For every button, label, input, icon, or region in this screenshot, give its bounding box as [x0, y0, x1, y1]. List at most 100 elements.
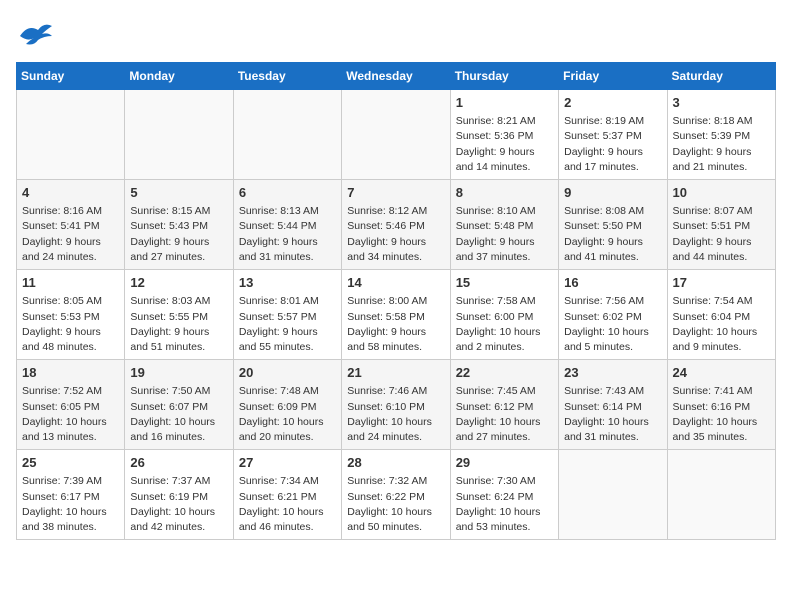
day-number: 16: [564, 274, 661, 292]
logo-icon: [16, 16, 54, 54]
day-of-week-header: Wednesday: [342, 63, 450, 90]
calendar-week-row: 1 Sunrise: 8:21 AM Sunset: 5:36 PM Daylig…: [17, 90, 776, 180]
calendar-cell: 15 Sunrise: 7:58 AM Sunset: 6:00 PM Dayli…: [450, 270, 558, 360]
day-number: 26: [130, 454, 227, 472]
day-number: 1: [456, 94, 553, 112]
day-of-week-header: Monday: [125, 63, 233, 90]
day-number: 17: [673, 274, 770, 292]
day-info: Sunrise: 8:21 AM Sunset: 5:36 PM Dayligh…: [456, 114, 553, 175]
day-number: 22: [456, 364, 553, 382]
calendar-cell: 29 Sunrise: 7:30 AM Sunset: 6:24 PM Dayli…: [450, 450, 558, 540]
calendar-cell: 12 Sunrise: 8:03 AM Sunset: 5:55 PM Dayli…: [125, 270, 233, 360]
calendar-cell: 28 Sunrise: 7:32 AM Sunset: 6:22 PM Dayli…: [342, 450, 450, 540]
day-number: 25: [22, 454, 119, 472]
day-of-week-header: Saturday: [667, 63, 775, 90]
calendar-cell: 14 Sunrise: 8:00 AM Sunset: 5:58 PM Dayli…: [342, 270, 450, 360]
day-number: 11: [22, 274, 119, 292]
calendar-cell: 21 Sunrise: 7:46 AM Sunset: 6:10 PM Dayli…: [342, 360, 450, 450]
day-number: 9: [564, 184, 661, 202]
day-number: 19: [130, 364, 227, 382]
day-number: 29: [456, 454, 553, 472]
calendar-cell: 8 Sunrise: 8:10 AM Sunset: 5:48 PM Daylig…: [450, 180, 558, 270]
calendar-cell: 22 Sunrise: 7:45 AM Sunset: 6:12 PM Dayli…: [450, 360, 558, 450]
calendar-cell: 2 Sunrise: 8:19 AM Sunset: 5:37 PM Daylig…: [559, 90, 667, 180]
day-info: Sunrise: 8:10 AM Sunset: 5:48 PM Dayligh…: [456, 204, 553, 265]
day-info: Sunrise: 7:48 AM Sunset: 6:09 PM Dayligh…: [239, 384, 336, 445]
day-info: Sunrise: 7:54 AM Sunset: 6:04 PM Dayligh…: [673, 294, 770, 355]
calendar-cell: 23 Sunrise: 7:43 AM Sunset: 6:14 PM Dayli…: [559, 360, 667, 450]
calendar-cell: 19 Sunrise: 7:50 AM Sunset: 6:07 PM Dayli…: [125, 360, 233, 450]
day-number: 23: [564, 364, 661, 382]
calendar-header: SundayMondayTuesdayWednesdayThursdayFrid…: [17, 63, 776, 90]
day-number: 21: [347, 364, 444, 382]
day-of-week-header: Thursday: [450, 63, 558, 90]
calendar-cell: 7 Sunrise: 8:12 AM Sunset: 5:46 PM Daylig…: [342, 180, 450, 270]
day-number: 28: [347, 454, 444, 472]
calendar-cell: 27 Sunrise: 7:34 AM Sunset: 6:21 PM Dayli…: [233, 450, 341, 540]
day-info: Sunrise: 7:30 AM Sunset: 6:24 PM Dayligh…: [456, 474, 553, 535]
day-info: Sunrise: 8:15 AM Sunset: 5:43 PM Dayligh…: [130, 204, 227, 265]
calendar-week-row: 18 Sunrise: 7:52 AM Sunset: 6:05 PM Dayli…: [17, 360, 776, 450]
day-number: 3: [673, 94, 770, 112]
day-number: 5: [130, 184, 227, 202]
day-of-week-header: Tuesday: [233, 63, 341, 90]
calendar-cell: 5 Sunrise: 8:15 AM Sunset: 5:43 PM Daylig…: [125, 180, 233, 270]
logo: [16, 16, 58, 54]
calendar-cell: 10 Sunrise: 8:07 AM Sunset: 5:51 PM Dayli…: [667, 180, 775, 270]
day-info: Sunrise: 7:52 AM Sunset: 6:05 PM Dayligh…: [22, 384, 119, 445]
day-info: Sunrise: 8:00 AM Sunset: 5:58 PM Dayligh…: [347, 294, 444, 355]
day-info: Sunrise: 7:58 AM Sunset: 6:00 PM Dayligh…: [456, 294, 553, 355]
day-number: 8: [456, 184, 553, 202]
day-number: 12: [130, 274, 227, 292]
calendar-cell: 3Sunrise: 8:18 AM Sunset: 5:39 PM Daylig…: [667, 90, 775, 180]
calendar-cell: 24Sunrise: 7:41 AM Sunset: 6:16 PM Dayli…: [667, 360, 775, 450]
calendar-cell: 11 Sunrise: 8:05 AM Sunset: 5:53 PM Dayli…: [17, 270, 125, 360]
calendar-week-row: 25Sunrise: 7:39 AM Sunset: 6:17 PM Dayli…: [17, 450, 776, 540]
day-number: 7: [347, 184, 444, 202]
day-info: Sunrise: 8:12 AM Sunset: 5:46 PM Dayligh…: [347, 204, 444, 265]
calendar-cell: 4 Sunrise: 8:16 AM Sunset: 5:41 PM Daylig…: [17, 180, 125, 270]
day-info: Sunrise: 8:08 AM Sunset: 5:50 PM Dayligh…: [564, 204, 661, 265]
day-of-week-header: Friday: [559, 63, 667, 90]
calendar-week-row: 11 Sunrise: 8:05 AM Sunset: 5:53 PM Dayli…: [17, 270, 776, 360]
day-number: 13: [239, 274, 336, 292]
day-info: Sunrise: 8:13 AM Sunset: 5:44 PM Dayligh…: [239, 204, 336, 265]
day-info: Sunrise: 8:07 AM Sunset: 5:51 PM Dayligh…: [673, 204, 770, 265]
calendar-week-row: 4 Sunrise: 8:16 AM Sunset: 5:41 PM Daylig…: [17, 180, 776, 270]
day-info: Sunrise: 7:45 AM Sunset: 6:12 PM Dayligh…: [456, 384, 553, 445]
day-info: Sunrise: 7:41 AM Sunset: 6:16 PM Dayligh…: [673, 384, 770, 445]
day-number: 14: [347, 274, 444, 292]
day-info: Sunrise: 7:46 AM Sunset: 6:10 PM Dayligh…: [347, 384, 444, 445]
day-number: 4: [22, 184, 119, 202]
calendar-cell: [17, 90, 125, 180]
page-header: [16, 16, 776, 54]
calendar-cell: 17 Sunrise: 7:54 AM Sunset: 6:04 PM Dayli…: [667, 270, 775, 360]
day-info: Sunrise: 7:34 AM Sunset: 6:21 PM Dayligh…: [239, 474, 336, 535]
calendar-body: 1 Sunrise: 8:21 AM Sunset: 5:36 PM Daylig…: [17, 90, 776, 540]
calendar-cell: 18 Sunrise: 7:52 AM Sunset: 6:05 PM Dayli…: [17, 360, 125, 450]
day-info: Sunrise: 8:16 AM Sunset: 5:41 PM Dayligh…: [22, 204, 119, 265]
day-number: 27: [239, 454, 336, 472]
day-number: 6: [239, 184, 336, 202]
day-info: Sunrise: 8:01 AM Sunset: 5:57 PM Dayligh…: [239, 294, 336, 355]
day-of-week-header: Sunday: [17, 63, 125, 90]
day-info: Sunrise: 7:32 AM Sunset: 6:22 PM Dayligh…: [347, 474, 444, 535]
day-number: 18: [22, 364, 119, 382]
header-row: SundayMondayTuesdayWednesdayThursdayFrid…: [17, 63, 776, 90]
calendar-cell: 6 Sunrise: 8:13 AM Sunset: 5:44 PM Daylig…: [233, 180, 341, 270]
day-info: Sunrise: 7:37 AM Sunset: 6:19 PM Dayligh…: [130, 474, 227, 535]
day-info: Sunrise: 7:43 AM Sunset: 6:14 PM Dayligh…: [564, 384, 661, 445]
day-number: 2: [564, 94, 661, 112]
day-info: Sunrise: 8:03 AM Sunset: 5:55 PM Dayligh…: [130, 294, 227, 355]
day-info: Sunrise: 8:19 AM Sunset: 5:37 PM Dayligh…: [564, 114, 661, 175]
calendar-cell: 20 Sunrise: 7:48 AM Sunset: 6:09 PM Dayli…: [233, 360, 341, 450]
calendar-cell: [233, 90, 341, 180]
day-info: Sunrise: 7:56 AM Sunset: 6:02 PM Dayligh…: [564, 294, 661, 355]
day-info: Sunrise: 7:50 AM Sunset: 6:07 PM Dayligh…: [130, 384, 227, 445]
day-info: Sunrise: 8:05 AM Sunset: 5:53 PM Dayligh…: [22, 294, 119, 355]
day-number: 15: [456, 274, 553, 292]
day-number: 10: [673, 184, 770, 202]
calendar-cell: [125, 90, 233, 180]
day-number: 20: [239, 364, 336, 382]
calendar-cell: 9 Sunrise: 8:08 AM Sunset: 5:50 PM Daylig…: [559, 180, 667, 270]
